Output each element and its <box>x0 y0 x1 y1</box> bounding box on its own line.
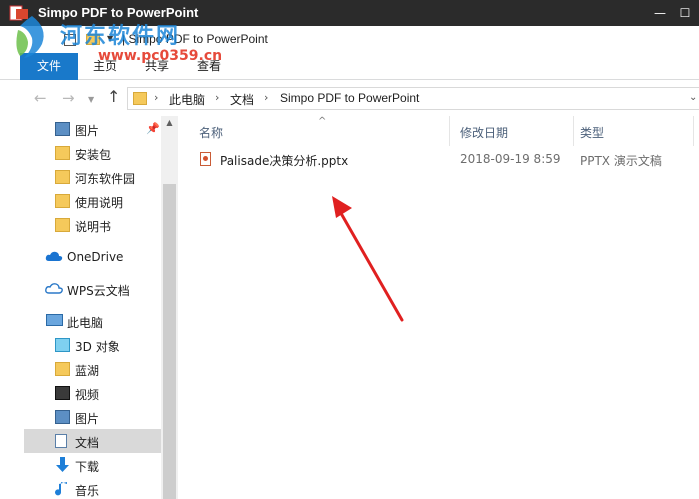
pin-icon[interactable]: 📌 <box>146 122 160 135</box>
folder-icon <box>55 170 70 184</box>
nav-item-usage[interactable]: 使用说明 <box>24 189 161 213</box>
nav-item-label: 下载 <box>75 460 100 474</box>
powerpoint-file-icon <box>200 152 211 166</box>
annotation-arrow <box>332 196 404 322</box>
nav-item-manual[interactable]: 说明书 <box>24 213 161 237</box>
file-modified-date: 2018-09-19 8:59 <box>460 152 561 166</box>
nav-scrollbar-thumb[interactable] <box>163 184 176 499</box>
nav-item-label: WPS云文档 <box>67 284 130 298</box>
nav-item-3d-objects[interactable]: 3D 对象 <box>24 333 161 357</box>
download-icon <box>56 457 69 472</box>
nav-item-label: 河东软件园 <box>75 172 136 186</box>
nav-item-onedrive[interactable]: OneDrive <box>20 245 157 269</box>
breadcrumb-separator[interactable]: › <box>264 91 268 104</box>
pictures-icon <box>55 410 70 424</box>
folder-icon <box>55 194 70 208</box>
pictures-icon <box>55 122 70 136</box>
nav-item-label: 此电脑 <box>67 316 104 330</box>
sort-ascending-icon: ^ <box>318 116 327 127</box>
nav-item-pictures-pinned[interactable]: 图片 📌 <box>24 117 161 141</box>
maximize-button[interactable]: ☐ <box>673 0 697 26</box>
back-button[interactable]: ← <box>34 89 47 107</box>
breadcrumb-documents[interactable]: 文档 <box>230 91 254 108</box>
nav-item-label: 图片 <box>75 124 100 138</box>
navigation-pane: 图片 📌 安装包 河东软件园 使用说明 说明书 OneDrive WPS云文档 … <box>0 116 178 499</box>
scroll-up-button[interactable]: ▲ <box>161 118 178 132</box>
address-dropdown-icon[interactable]: ⌄ <box>689 92 697 103</box>
breadcrumb-separator[interactable]: › <box>215 91 219 104</box>
video-icon <box>55 386 70 400</box>
file-name: Palisade决策分析.pptx <box>220 154 349 168</box>
nav-item-label: 视频 <box>75 388 100 402</box>
minimize-button[interactable]: — <box>648 0 672 26</box>
nav-item-lanhu[interactable]: 蓝湖 <box>24 357 161 381</box>
cloud-icon <box>45 251 63 261</box>
nav-item-label: OneDrive <box>67 250 124 264</box>
music-icon <box>55 482 67 496</box>
column-header-modified[interactable]: 修改日期 <box>460 124 508 141</box>
breadcrumb-separator[interactable]: › <box>154 91 158 104</box>
breadcrumb-current-folder[interactable]: Simpo PDF to PowerPoint <box>280 91 419 105</box>
nav-item-label: 说明书 <box>75 220 112 234</box>
nav-item-label: 安装包 <box>75 148 112 162</box>
nav-item-downloads[interactable]: 下载 <box>24 453 161 477</box>
nav-item-documents[interactable]: 文档 <box>24 429 161 453</box>
folder-icon <box>55 146 70 160</box>
watermark: 河东软件网 www.pc0359.cn <box>12 12 222 70</box>
column-divider[interactable] <box>573 116 574 146</box>
breadcrumb-this-pc[interactable]: 此电脑 <box>169 91 205 108</box>
navigation-bar: ← → ▼ ↑ › 此电脑 › 文档 › Simpo PDF to PowerP… <box>0 81 699 116</box>
nav-item-label: 蓝湖 <box>75 364 100 378</box>
column-header-type[interactable]: 类型 <box>580 124 604 141</box>
3d-objects-icon <box>55 338 70 352</box>
folder-icon <box>133 92 147 105</box>
nav-item-label: 图片 <box>75 412 100 426</box>
nav-item-wps-cloud[interactable]: WPS云文档 <box>20 277 157 301</box>
watermark-logo-icon <box>16 16 44 58</box>
nav-item-label: 3D 对象 <box>75 340 120 354</box>
computer-icon <box>46 314 63 326</box>
documents-icon <box>55 434 67 448</box>
file-row[interactable]: Palisade决策分析.pptx 2018-09-19 8:59 PPTX 演… <box>193 148 693 170</box>
watermark-url: www.pc0359.cn <box>98 48 223 64</box>
cloud-icon <box>45 283 63 294</box>
recent-locations-button[interactable]: ▼ <box>88 91 94 109</box>
file-list: ^ 名称 修改日期 类型 Palisade决策分析.pptx 2018-09-1… <box>178 116 699 499</box>
nav-item-videos[interactable]: 视频 <box>24 381 161 405</box>
watermark-text: 河东软件网 <box>60 24 181 49</box>
nav-item-music[interactable]: 音乐 <box>24 477 161 499</box>
nav-item-label: 文档 <box>75 436 100 450</box>
forward-button[interactable]: → <box>62 89 75 107</box>
up-button[interactable]: ↑ <box>107 88 120 106</box>
folder-icon <box>55 362 70 376</box>
nav-item-this-pc[interactable]: 此电脑 <box>20 309 157 333</box>
file-type: PPTX 演示文稿 <box>580 154 662 168</box>
folder-icon <box>55 218 70 232</box>
column-header-name[interactable]: 名称 <box>199 124 223 141</box>
nav-item-install-packages[interactable]: 安装包 <box>24 141 161 165</box>
nav-item-pictures[interactable]: 图片 <box>24 405 161 429</box>
nav-item-label: 音乐 <box>75 484 100 498</box>
nav-item-label: 使用说明 <box>75 196 124 210</box>
column-divider[interactable] <box>693 116 694 146</box>
address-bar[interactable]: › 此电脑 › 文档 › Simpo PDF to PowerPoint ⌄ <box>127 87 699 110</box>
nav-item-hedong[interactable]: 河东软件园 <box>24 165 161 189</box>
column-divider[interactable] <box>449 116 450 146</box>
